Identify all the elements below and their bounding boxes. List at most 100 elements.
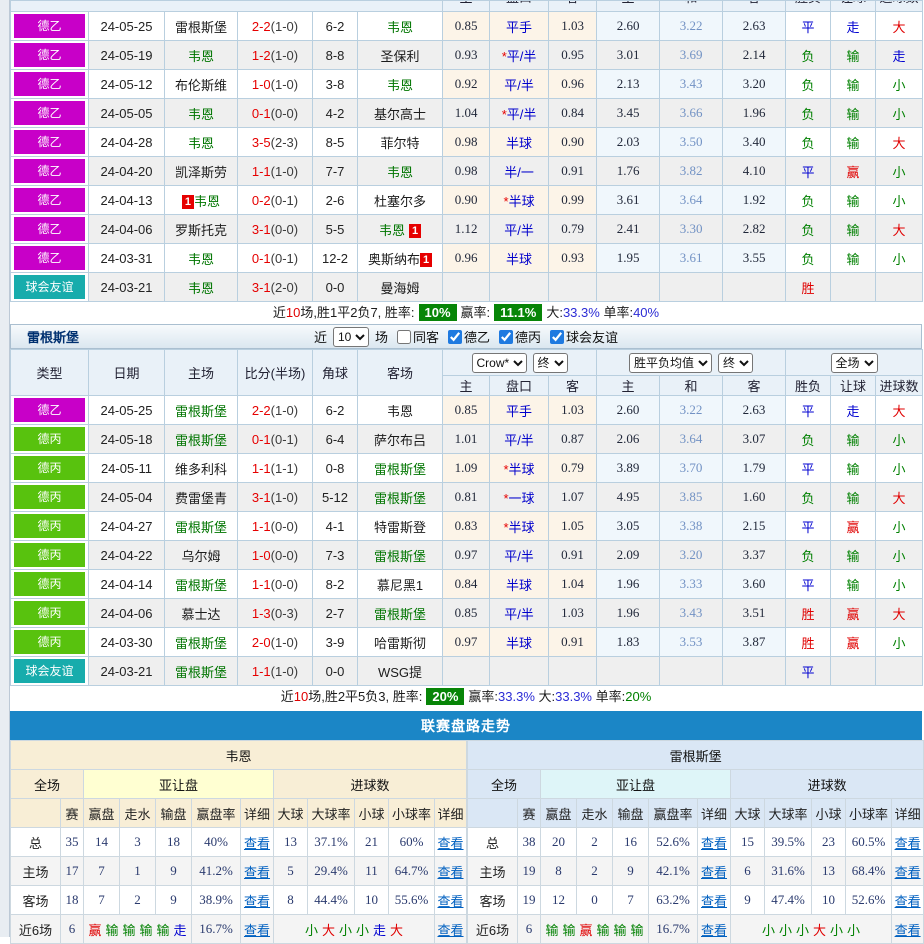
- result-handicap: 输: [831, 454, 876, 483]
- result-handicap: 输: [831, 541, 876, 570]
- home-team[interactable]: 慕士达: [165, 599, 238, 628]
- trend-panel-warm: 韦恩全场亚让盘进球数赛赢盘走水输盘赢盘率详细大球大球率小球小球率详细总35143…: [10, 740, 467, 944]
- view-details-link[interactable]: 查看: [895, 923, 921, 938]
- group-goals: 进球数: [731, 770, 924, 799]
- away-team[interactable]: 雷根斯堡: [358, 599, 443, 628]
- euro-away-odds: 2.63: [723, 396, 786, 425]
- euro-type-select[interactable]: 胜平负均值: [629, 353, 712, 373]
- away-team[interactable]: 韦恩1: [358, 215, 443, 244]
- result-goals: 大: [876, 483, 923, 512]
- euro-time-select[interactable]: 终: [718, 353, 753, 373]
- view-details-link[interactable]: 查看: [244, 894, 270, 909]
- handicap-result-token: 赢: [88, 923, 101, 938]
- subcol-handicap: 盘口: [490, 376, 549, 396]
- asian-handicap: *一球: [490, 483, 549, 512]
- view-details-link[interactable]: 查看: [701, 836, 727, 851]
- away-team[interactable]: 圣保利: [358, 41, 443, 70]
- home-team[interactable]: 布伦斯维: [165, 70, 238, 99]
- friendly-checkbox[interactable]: [550, 330, 564, 344]
- home-team[interactable]: 费雷堡青: [165, 483, 238, 512]
- match-row: 德乙24-03-31韦恩0-1(0-1)12-2奥斯纳布10.96半球0.931…: [11, 244, 923, 273]
- result-winloss: 负: [786, 541, 831, 570]
- away-team[interactable]: 特雷斯登: [358, 512, 443, 541]
- away-team[interactable]: 萨尔布吕: [358, 425, 443, 454]
- league2-checkbox[interactable]: [448, 330, 462, 344]
- stat-cell: 19: [518, 886, 541, 915]
- same-venue-checkbox[interactable]: [397, 330, 411, 344]
- stat-value: 18: [167, 834, 180, 849]
- home-team[interactable]: 乌尔姆: [165, 541, 238, 570]
- view-details-link[interactable]: 查看: [895, 836, 921, 851]
- result-token: 小: [893, 107, 906, 122]
- away-team[interactable]: 杜塞尔多: [358, 186, 443, 215]
- home-team[interactable]: 维多利科: [165, 454, 238, 483]
- match-date: 24-05-19: [89, 41, 165, 70]
- home-team[interactable]: 雷根斯堡: [165, 628, 238, 657]
- away-team[interactable]: 雷根斯堡: [358, 541, 443, 570]
- home-team[interactable]: 雷根斯堡: [165, 512, 238, 541]
- view-details-link[interactable]: 查看: [438, 894, 464, 909]
- view-details-link[interactable]: 查看: [701, 865, 727, 880]
- score-halfscore: 1-2(1-0): [238, 41, 313, 70]
- away-team[interactable]: 奥斯纳布1: [358, 244, 443, 273]
- away-team[interactable]: 哈雷斯彻: [358, 628, 443, 657]
- handicap-result-token: 输: [157, 923, 170, 938]
- away-team[interactable]: 菲尔特: [358, 128, 443, 157]
- away-team[interactable]: 雷根斯堡: [358, 454, 443, 483]
- home-team[interactable]: 雷根斯堡: [165, 570, 238, 599]
- away-team[interactable]: WSG提: [358, 657, 443, 686]
- score-halfscore: 0-1(0-1): [238, 244, 313, 273]
- clipped-col-label: 进球数: [876, 1, 922, 12]
- home-team[interactable]: 雷根斯堡: [165, 425, 238, 454]
- stat-value: 60%: [400, 834, 424, 849]
- home-team[interactable]: 雷根斯堡: [165, 12, 238, 41]
- view-details-link[interactable]: 查看: [438, 865, 464, 880]
- league3-checkbox[interactable]: [499, 330, 513, 344]
- result-token: 大: [893, 223, 906, 238]
- home-team[interactable]: 凯泽斯劳: [165, 157, 238, 186]
- stat-cell: 查看: [435, 828, 467, 857]
- away-team[interactable]: 韦恩: [358, 70, 443, 99]
- view-details-link[interactable]: 查看: [244, 836, 270, 851]
- corner-count: 8-5: [313, 128, 358, 157]
- result-token: 胜: [802, 636, 815, 651]
- home-team[interactable]: 韦恩: [165, 128, 238, 157]
- home-team[interactable]: 雷根斯堡: [165, 396, 238, 425]
- home-team[interactable]: 1韦恩: [165, 186, 238, 215]
- home-team[interactable]: 韦恩: [165, 244, 238, 273]
- view-details-link[interactable]: 查看: [701, 923, 727, 938]
- view-details-link[interactable]: 查看: [895, 865, 921, 880]
- away-team[interactable]: 雷根斯堡: [358, 483, 443, 512]
- asian-time-select[interactable]: 终: [533, 353, 568, 373]
- away-team[interactable]: 韦恩: [358, 157, 443, 186]
- corner-count: 5-5: [313, 215, 358, 244]
- view-details-link[interactable]: 查看: [244, 865, 270, 880]
- recent-count-select[interactable]: 10: [333, 327, 369, 347]
- view-details-link[interactable]: 查看: [438, 923, 464, 938]
- trend-col-1: 赛: [518, 799, 541, 828]
- view-details-link[interactable]: 查看: [438, 836, 464, 851]
- home-team[interactable]: 韦恩: [165, 99, 238, 128]
- league2-label: 德乙: [464, 327, 490, 346]
- away-team[interactable]: 基尔高士: [358, 99, 443, 128]
- home-team[interactable]: 罗斯托克: [165, 215, 238, 244]
- result-token: 平: [802, 520, 815, 535]
- view-details-link[interactable]: 查看: [701, 894, 727, 909]
- stat-value: 64.7%: [395, 863, 429, 878]
- view-details-link[interactable]: 查看: [244, 923, 270, 938]
- stat-value: 6: [744, 863, 751, 878]
- home-team[interactable]: 韦恩: [165, 41, 238, 70]
- scope-select[interactable]: 全场: [831, 353, 878, 373]
- away-team[interactable]: 慕尼黑1: [358, 570, 443, 599]
- away-team[interactable]: 曼海姆: [358, 273, 443, 302]
- home-team[interactable]: 韦恩: [165, 273, 238, 302]
- view-details-link[interactable]: 查看: [895, 894, 921, 909]
- asian-away-odds: 0.87: [549, 425, 597, 454]
- col-header-date: 日期: [89, 350, 165, 396]
- odds-company-select[interactable]: Crow*: [472, 353, 527, 373]
- asian-handicap: 平/半: [490, 599, 549, 628]
- home-team[interactable]: 雷根斯堡: [165, 657, 238, 686]
- away-team[interactable]: 韦恩: [358, 12, 443, 41]
- group-fulltime: 全场: [11, 770, 84, 799]
- away-team[interactable]: 韦恩: [358, 396, 443, 425]
